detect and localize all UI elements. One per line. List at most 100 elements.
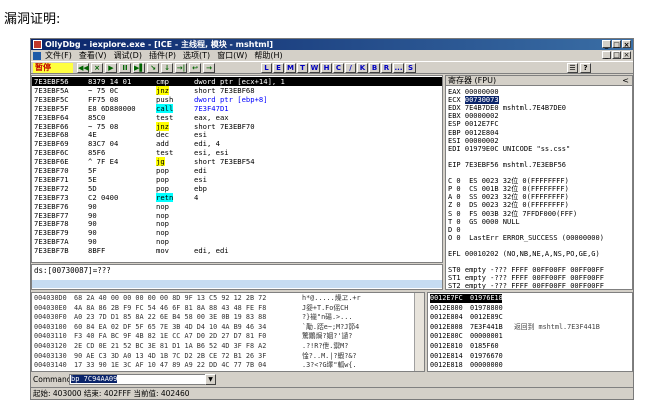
goto-icon[interactable]: → <box>203 63 215 73</box>
stack-pane[interactable]: 0012E7FC 01976E18 0012E800 01978800 0012E804… <box>427 292 633 372</box>
stack-row[interactable]: 0012E7FC 01976E18 <box>430 294 503 303</box>
register-line[interactable]: Z 0 DS 0023 32位 0(FFFFFFFF) <box>448 201 569 209</box>
disassembly-pane[interactable]: 7E3EBF56 8379 14 01 cmp dword ptr [ecx+14],… <box>31 75 443 263</box>
trace-over-icon[interactable]: →| <box>175 63 187 73</box>
menu-plugins[interactable]: 插件(P) <box>149 50 176 61</box>
disasm-row[interactable]: 7E3EBF70 5F pop edi <box>32 166 442 175</box>
stack-row[interactable]: 0012E804 0012E89C <box>430 313 630 322</box>
pause-icon[interactable]: II <box>119 63 131 73</box>
minimize-button[interactable]: _ <box>602 40 611 49</box>
window-button-8[interactable]: K <box>357 63 368 73</box>
disasm-row[interactable]: 7E3EBF6E ^ 7F E4 jg short 7E3EBF54 <box>32 157 442 167</box>
disasm-row[interactable]: 7E3EBF79 90 nop <box>32 228 442 237</box>
menu-help[interactable]: 帮助(H) <box>254 50 282 61</box>
window-button-11[interactable]: ... <box>393 63 404 73</box>
mdi-minimize-button[interactable]: _ <box>602 51 611 59</box>
disasm-row[interactable]: 7E3EBF69 83C7 04 add edi, 4 <box>32 139 442 148</box>
window-button-7[interactable]: / <box>345 63 356 73</box>
register-line[interactable]: EDI 01979E0C UNICODE "ss.css" <box>448 145 570 153</box>
registers-pane[interactable]: 寄存器 (FPU) < EAX 00000000 ECX 00730073 EDX … <box>445 75 633 290</box>
rewind-icon[interactable]: ◀◀ <box>77 63 89 73</box>
register-line[interactable]: O 0 LastErr ERROR_SUCCESS (00000000) <box>448 234 604 242</box>
menu-options[interactable]: 选项(T) <box>183 50 210 61</box>
step-over-icon[interactable]: ↘ <box>147 63 159 73</box>
dump-row[interactable]: 00403100 60 84 EA 02 DF 5F 65 7E 3B 4D D4… <box>34 323 414 332</box>
register-line[interactable]: ST2 empty -??? FFFF 00FF00FF 00FF00FF <box>448 282 604 289</box>
maximize-button[interactable]: □ <box>612 40 621 49</box>
title-bar[interactable]: OllyDbg - iexplore.exe - [ICE - 主线程, 模块 … <box>31 39 633 50</box>
stack-row[interactable]: 0012E814 01976670 <box>430 352 630 361</box>
menu-window[interactable]: 窗口(W) <box>217 50 247 61</box>
step-into-icon[interactable]: ▶▌ <box>133 63 145 73</box>
dump-row[interactable]: 004030D0 68 2A 40 00 00 00 00 00 8D 9F 13… <box>34 294 414 303</box>
register-line[interactable]: EDX 7E4B7DE0 mshtml.7E4B7DE0 <box>448 104 566 112</box>
run-icon[interactable]: ▶ <box>105 63 117 73</box>
disasm-row[interactable]: 7E3EBF72 5D pop ebp <box>32 184 442 193</box>
dump-scrollbar[interactable] <box>414 293 424 371</box>
stack-row[interactable]: 0012E800 01978800 <box>430 304 630 313</box>
registers-header[interactable]: 寄存器 (FPU) < <box>446 76 632 86</box>
menu-debug[interactable]: 调试(D) <box>114 50 142 61</box>
register-line[interactable]: ESP 0012E7FC <box>448 120 499 128</box>
dump-row[interactable]: 00403130 90 AE C3 3D A0 13 4D 1B 7C D2 2B… <box>34 352 414 361</box>
register-line[interactable]: S 0 FS 003B 32位 7FFDF000(FFF) <box>448 210 577 218</box>
register-line[interactable]: EAX 00000000 <box>448 88 499 96</box>
register-line[interactable]: ST0 empty -??? FFFF 00FF00FF 00FF00FF <box>448 266 604 274</box>
help-icon[interactable]: ? <box>580 63 591 73</box>
register-line[interactable]: T 0 GS 0000 NULL <box>448 218 520 226</box>
register-line[interactable]: EIP 7E3EBF56 mshtml.7E3EBF56 <box>448 161 566 169</box>
return-icon[interactable]: ↩ <box>189 63 201 73</box>
window-button-4[interactable]: W <box>309 63 320 73</box>
window-button-0[interactable]: L <box>261 63 272 73</box>
command-input[interactable]: bp 7C94AA09 <box>69 374 214 385</box>
mdi-system-icon[interactable] <box>33 52 41 60</box>
disasm-row[interactable]: 7E3EBF76 90 nop <box>32 202 442 211</box>
disasm-row[interactable]: 7E3EBF5C FF75 08 push dword ptr [ebp+8] <box>32 95 442 104</box>
stack-row[interactable]: 0012E818 00000000 <box>430 361 630 370</box>
mdi-restore-button[interactable]: □ <box>612 51 621 59</box>
dump-row[interactable]: 004030E0 4A 8A 86 2B F9 FC 54 46 6F 81 8A… <box>34 304 414 313</box>
window-button-10[interactable]: R <box>381 63 392 73</box>
register-line[interactable]: ECX 00730073 <box>448 96 499 105</box>
dump-row[interactable]: 004030F0 A0 23 7D D1 85 8A 22 6E B4 58 00… <box>34 313 414 322</box>
disasm-row[interactable]: 7E3EBF77 90 nop <box>32 211 442 220</box>
close-button[interactable]: × <box>622 40 631 49</box>
disasm-row[interactable]: 7E3EBF68 4E dec esi <box>32 130 442 139</box>
stack-row[interactable]: 0012E810 0185F60 <box>430 342 630 351</box>
disasm-row[interactable]: 7E3EBF78 90 nop <box>32 219 442 228</box>
register-line[interactable]: C 0 ES 0023 32位 0(FFFFFFFF) <box>448 177 569 185</box>
disasm-row[interactable]: 7E3EBF73 C2 0400 retn 4 <box>32 192 442 202</box>
disasm-row[interactable]: 7E3EBF71 5E pop esi <box>32 175 442 184</box>
chevron-left-icon[interactable]: < <box>622 76 629 86</box>
stack-row[interactable]: 0012E80C 00000001 <box>430 332 630 341</box>
disasm-row[interactable]: 7E3EBF56 8379 14 01 cmp dword ptr [ecx+14],… <box>32 77 442 86</box>
disasm-row[interactable]: 7E3EBF64 85C0 test eax, eax <box>32 113 442 122</box>
window-button-6[interactable]: C <box>333 63 344 73</box>
trace-into-icon[interactable]: ↓ <box>161 63 173 73</box>
chevron-down-icon[interactable]: ▼ <box>205 374 216 385</box>
mdi-close-button[interactable]: × <box>622 51 631 59</box>
window-button-5[interactable]: H <box>321 63 332 73</box>
dump-row[interactable]: 00403120 2E CD 0E 21 52 BC 3E 81 D1 1A B6… <box>34 342 414 351</box>
window-button-1[interactable]: E <box>273 63 284 73</box>
disasm-row[interactable]: 7E3EBF7B 8BFF mov edi, edi <box>32 246 442 255</box>
window-button-12[interactable]: S <box>405 63 416 73</box>
register-line[interactable]: D 0 <box>448 226 461 234</box>
memory-dump-pane[interactable]: 004030D0 68 2A 40 00 00 00 00 00 8D 9F 13… <box>31 292 425 372</box>
register-line[interactable]: EBP 0012E804 <box>448 129 499 137</box>
register-line[interactable]: EFL 00010202 (NO,NB,NE,A,NS,PO,GE,G) <box>448 250 600 258</box>
window-button-2[interactable]: M <box>285 63 296 73</box>
register-line[interactable]: EBX 00000002 <box>448 112 499 120</box>
disasm-row[interactable]: 7E3EBF5F E8 6D880000 call 7E3F47D1 <box>32 103 442 113</box>
window-button-3[interactable]: T <box>297 63 308 73</box>
window-button-9[interactable]: B <box>369 63 380 73</box>
dump-row[interactable]: 00403140 17 33 90 1E 3C AF 10 47 89 A9 22… <box>34 361 414 370</box>
register-line[interactable]: P 0 CS 001B 32位 0(FFFFFFFF) <box>448 185 569 193</box>
disasm-row[interactable]: 7E3EBF5A ~ 75 0C jnz short 7E3EBF68 <box>32 85 442 95</box>
register-line[interactable]: ESI 00000002 <box>448 137 499 145</box>
list-icon[interactable]: ☰ <box>567 63 578 73</box>
disasm-row[interactable]: 7E3EBF6C 85F6 test esi, esi <box>32 148 442 157</box>
dump-row[interactable]: 00403110 F3 40 FA BC 9F 4B 82 1E CC A7 D0… <box>34 332 414 341</box>
register-line[interactable]: ST1 empty -??? FFFF 00FF00FF 00FF00FF <box>448 274 604 282</box>
disasm-row[interactable]: 7E3EBF66 ~ 75 08 jnz short 7E3EBF70 <box>32 121 442 131</box>
